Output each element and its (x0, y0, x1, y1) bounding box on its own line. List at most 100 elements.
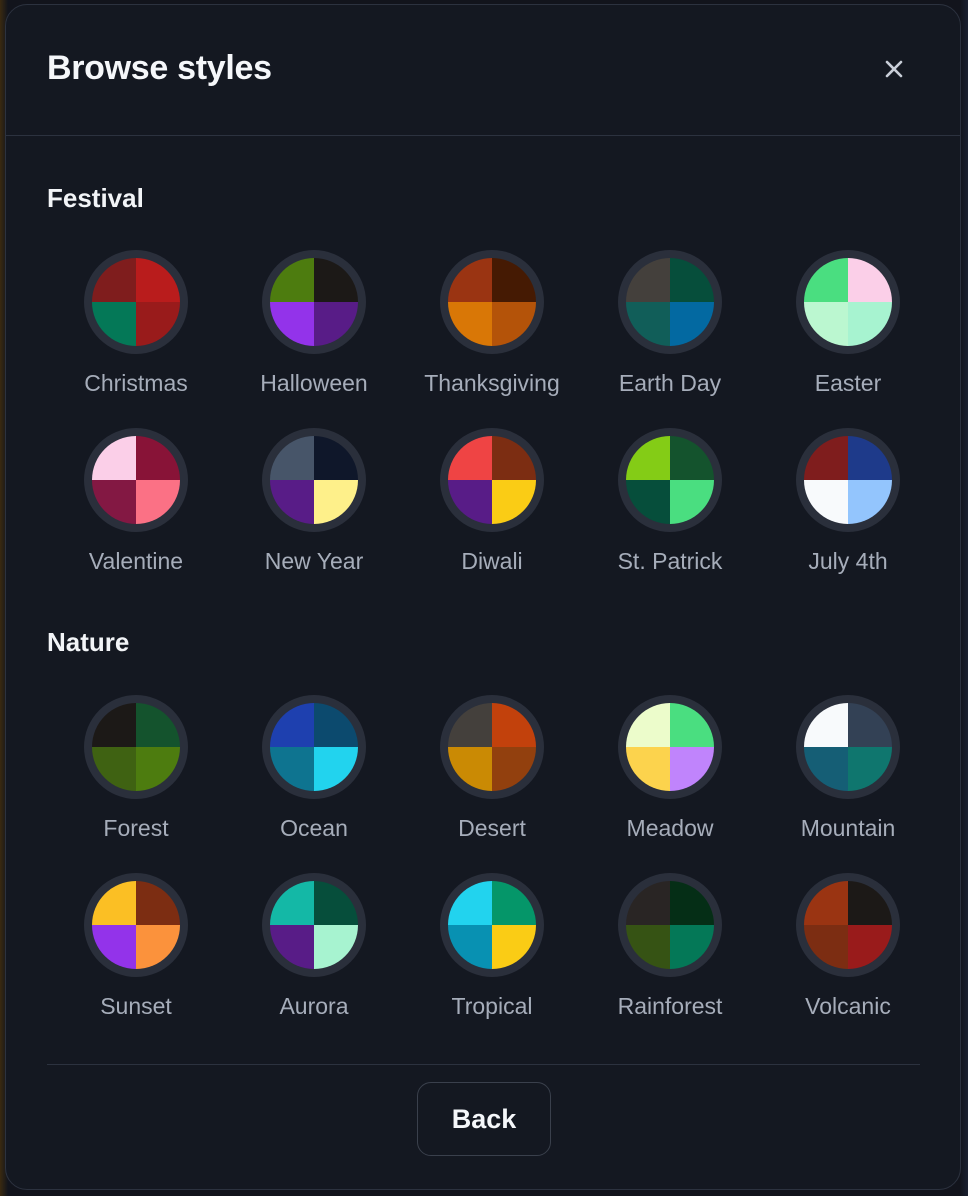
swatch-quadrant (92, 302, 136, 346)
swatch-quadrant (492, 258, 536, 302)
swatch-quadrant (270, 925, 314, 969)
style-label: Halloween (260, 370, 368, 396)
swatch-quadrant (270, 436, 314, 480)
swatch-color-quadrants (92, 881, 180, 969)
swatch-quadrant (448, 258, 492, 302)
style-option-earth-day[interactable]: Earth Day (581, 250, 759, 428)
footer-divider (47, 1064, 920, 1065)
close-button[interactable] (880, 55, 908, 83)
swatch-color-quadrants (804, 436, 892, 524)
style-label: Christmas (84, 370, 188, 396)
swatch-quadrant (804, 881, 848, 925)
style-option-thanksgiving[interactable]: Thanksgiving (403, 250, 581, 428)
style-option-forest[interactable]: Forest (47, 695, 225, 873)
swatch-quadrant (92, 703, 136, 747)
style-label: Sunset (100, 993, 172, 1019)
style-option-tropical[interactable]: Tropical (403, 873, 581, 1051)
swatch-quadrant (448, 881, 492, 925)
back-button[interactable]: Back (417, 1082, 551, 1156)
style-option-desert[interactable]: Desert (403, 695, 581, 873)
swatch-quadrant (670, 436, 714, 480)
style-label: Thanksgiving (424, 370, 560, 396)
style-option-diwali[interactable]: Diwali (403, 428, 581, 606)
swatch-color-quadrants (626, 258, 714, 346)
swatch-quadrant (804, 302, 848, 346)
swatch-quadrant (136, 302, 180, 346)
style-option-july-4th[interactable]: July 4th (759, 428, 937, 606)
swatch-quadrant (448, 480, 492, 524)
swatch-quadrant (314, 258, 358, 302)
style-swatch (618, 873, 722, 977)
swatch-quadrant (136, 881, 180, 925)
style-option-st-patrick[interactable]: St. Patrick (581, 428, 759, 606)
swatch-color-quadrants (92, 436, 180, 524)
swatch-quadrant (626, 258, 670, 302)
swatch-quadrant (314, 703, 358, 747)
style-option-mountain[interactable]: Mountain (759, 695, 937, 873)
swatch-quadrant (136, 480, 180, 524)
swatch-quadrant (448, 436, 492, 480)
swatch-quadrant (314, 747, 358, 791)
style-swatch (618, 428, 722, 532)
style-swatch (796, 873, 900, 977)
section-title-nature: Nature (47, 627, 130, 657)
swatch-quadrant (136, 703, 180, 747)
style-option-meadow[interactable]: Meadow (581, 695, 759, 873)
swatch-quadrant (136, 258, 180, 302)
swatch-quadrant (670, 480, 714, 524)
style-option-volcanic[interactable]: Volcanic (759, 873, 937, 1051)
style-label: Tropical (451, 993, 533, 1019)
style-label: Easter (814, 370, 882, 396)
swatch-color-quadrants (448, 258, 536, 346)
style-label: Desert (458, 815, 526, 841)
swatch-quadrant (804, 480, 848, 524)
swatch-color-quadrants (92, 258, 180, 346)
style-option-ocean[interactable]: Ocean (225, 695, 403, 873)
style-swatch (618, 250, 722, 354)
style-swatch (262, 873, 366, 977)
swatch-quadrant (92, 747, 136, 791)
style-label: Earth Day (618, 370, 722, 396)
style-swatch (796, 428, 900, 532)
style-label: Mountain (800, 815, 896, 841)
swatch-quadrant (270, 480, 314, 524)
swatch-quadrant (492, 925, 536, 969)
style-option-halloween[interactable]: Halloween (225, 250, 403, 428)
swatch-quadrant (670, 703, 714, 747)
style-swatch (440, 428, 544, 532)
swatch-quadrant (136, 747, 180, 791)
swatch-quadrant (448, 747, 492, 791)
swatch-quadrant (670, 302, 714, 346)
style-label: Forest (103, 815, 169, 841)
swatch-quadrant (848, 703, 892, 747)
swatch-quadrant (92, 881, 136, 925)
style-option-new-year[interactable]: New Year (225, 428, 403, 606)
style-swatch (84, 873, 188, 977)
browse-styles-dialog: Browse styles Festival Christmas Hallowee… (5, 4, 961, 1190)
style-option-rainforest[interactable]: Rainforest (581, 873, 759, 1051)
swatch-quadrant (92, 925, 136, 969)
style-option-valentine[interactable]: Valentine (47, 428, 225, 606)
swatch-quadrant (670, 925, 714, 969)
swatch-quadrant (92, 480, 136, 524)
style-label: St. Patrick (617, 548, 723, 574)
nature-styles-grid: Forest Ocean Desert Meadow Mountain Sunset Aur… (47, 695, 927, 1051)
swatch-quadrant (492, 703, 536, 747)
style-option-christmas[interactable]: Christmas (47, 250, 225, 428)
style-option-sunset[interactable]: Sunset (47, 873, 225, 1051)
swatch-quadrant (626, 480, 670, 524)
swatch-quadrant (270, 881, 314, 925)
swatch-color-quadrants (626, 881, 714, 969)
style-option-easter[interactable]: Easter (759, 250, 937, 428)
swatch-color-quadrants (626, 436, 714, 524)
style-swatch (84, 250, 188, 354)
swatch-color-quadrants (270, 703, 358, 791)
swatch-color-quadrants (804, 881, 892, 969)
swatch-quadrant (492, 436, 536, 480)
swatch-quadrant (670, 258, 714, 302)
swatch-quadrant (848, 747, 892, 791)
swatch-quadrant (848, 881, 892, 925)
swatch-quadrant (804, 747, 848, 791)
swatch-quadrant (136, 436, 180, 480)
style-option-aurora[interactable]: Aurora (225, 873, 403, 1051)
